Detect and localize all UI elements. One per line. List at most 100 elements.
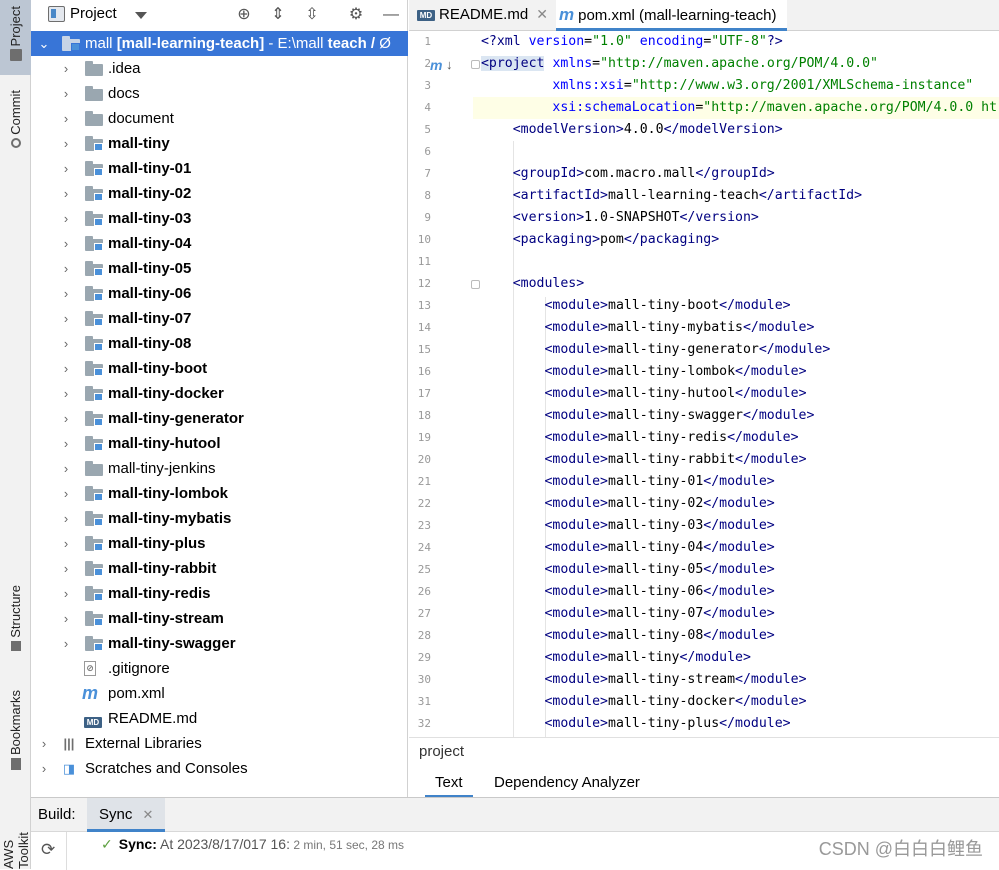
line-number: 29 xyxy=(417,651,431,664)
tab-sync[interactable]: Sync ✕ xyxy=(87,798,166,832)
bookmarks-tool-tab[interactable]: Bookmarks xyxy=(0,690,31,780)
tree-folder-item[interactable]: › mall-tiny-swagger xyxy=(31,631,408,656)
chevron-right-icon[interactable]: › xyxy=(59,306,73,331)
editor-tab-bar: MD README.md ✕ m pom.xml (mall-learning-tea… xyxy=(409,0,999,31)
tree-file-pom[interactable]: m pom.xml xyxy=(31,681,408,706)
chevron-right-icon[interactable]: › xyxy=(59,331,73,356)
chevron-right-icon[interactable]: › xyxy=(59,131,73,156)
project-tool-label: Project xyxy=(8,6,23,47)
code-view[interactable]: <?xml version="1.0" encoding="UTF-8"?> <… xyxy=(473,31,999,737)
tree-folder-item[interactable]: › mall-tiny-07 xyxy=(31,306,408,331)
tree-folder-item[interactable]: › mall-tiny-generator xyxy=(31,406,408,431)
gear-icon[interactable]: ⚙ xyxy=(346,5,366,25)
collapse-all-icon[interactable]: ⇳ xyxy=(302,5,322,25)
tree-folder-item[interactable]: › mall-tiny-docker xyxy=(31,381,408,406)
tree-folder-item[interactable]: › mall-tiny-06 xyxy=(31,281,408,306)
chevron-right-icon[interactable]: › xyxy=(59,431,73,456)
aws-toolkit-tab[interactable]: AWS Toolkit xyxy=(0,800,31,869)
tree-file-gitignore[interactable]: ⊘ .gitignore xyxy=(31,656,408,681)
chevron-right-icon[interactable]: › xyxy=(59,481,73,506)
tree-folder-item[interactable]: › mall-tiny xyxy=(31,131,408,156)
chevron-right-icon[interactable]: › xyxy=(59,606,73,631)
line-number: 3 xyxy=(424,79,431,92)
tree-folder-item[interactable]: › docs xyxy=(31,81,408,106)
line-number: 22 xyxy=(417,497,431,510)
chevron-right-icon[interactable]: › xyxy=(59,281,73,306)
chevron-right-icon[interactable]: › xyxy=(37,756,51,781)
chevron-right-icon[interactable]: › xyxy=(59,231,73,256)
chevron-right-icon[interactable]: › xyxy=(59,106,73,131)
folder-icon xyxy=(85,461,103,476)
tab-readme[interactable]: MD README.md ✕ xyxy=(417,0,548,31)
chevron-right-icon[interactable]: › xyxy=(59,456,73,481)
chevron-right-icon[interactable]: › xyxy=(59,506,73,531)
tree-folder-item[interactable]: › mall-tiny-redis xyxy=(31,581,408,606)
tree-folder-item[interactable]: › mall-tiny-mybatis xyxy=(31,506,408,531)
tree-folder-item[interactable]: › mall-tiny-01 xyxy=(31,156,408,181)
tab-label: pom.xml (mall-learning-teach) xyxy=(578,7,777,24)
scratches-icon: ◨ xyxy=(62,761,76,776)
view-selector-dropdown-icon[interactable] xyxy=(135,12,147,19)
close-icon[interactable]: ✕ xyxy=(143,807,154,822)
tab-dependency-analyzer[interactable]: Dependency Analyzer xyxy=(484,772,650,798)
tree-folder-item[interactable]: › .idea xyxy=(31,56,408,81)
tree-folder-item[interactable]: › document xyxy=(31,106,408,131)
tree-folder-item[interactable]: › mall-tiny-08 xyxy=(31,331,408,356)
arrow-down-icon[interactable]: ↓ xyxy=(446,57,453,72)
chevron-right-icon[interactable]: › xyxy=(59,581,73,606)
chevron-right-icon[interactable]: › xyxy=(59,381,73,406)
project-tool-tab[interactable]: Project xyxy=(0,0,31,75)
tree-folder-item[interactable]: › mall-tiny-stream xyxy=(31,606,408,631)
chevron-right-icon[interactable]: › xyxy=(59,406,73,431)
close-icon[interactable]: ✕ xyxy=(536,6,548,22)
tree-folder-item[interactable]: › mall-tiny-plus xyxy=(31,531,408,556)
tree-root-mall[interactable]: ⌄ mall [mall-learning-teach] - E:\mall t… xyxy=(31,31,408,56)
tab-text[interactable]: Text xyxy=(425,772,473,798)
locate-file-icon[interactable]: ⊕ xyxy=(234,5,254,25)
tree-folder-item[interactable]: › mall-tiny-boot xyxy=(31,356,408,381)
code-line: <module>mall-tiny-08</module> xyxy=(544,628,775,643)
tree-external-libraries[interactable]: › ||| External Libraries xyxy=(31,731,408,756)
tab-pom[interactable]: m pom.xml (mall-learning-teach) xyxy=(556,0,787,31)
breadcrumb[interactable]: project xyxy=(419,743,464,760)
tree-folder-item[interactable]: › mall-tiny-rabbit xyxy=(31,556,408,581)
commit-tool-tab[interactable]: Commit xyxy=(0,90,31,165)
structure-tool-tab[interactable]: Structure xyxy=(0,585,31,665)
chevron-right-icon[interactable]: › xyxy=(59,206,73,231)
tree-folder-item[interactable]: › mall-tiny-04 xyxy=(31,231,408,256)
chevron-down-icon[interactable]: ⌄ xyxy=(37,31,51,56)
chevron-right-icon[interactable]: › xyxy=(59,156,73,181)
chevron-right-icon[interactable]: › xyxy=(59,356,73,381)
module-folder-icon xyxy=(85,436,103,451)
folder-label: mall-tiny-docker xyxy=(108,385,224,402)
chevron-right-icon[interactable]: › xyxy=(59,181,73,206)
chevron-right-icon[interactable]: › xyxy=(59,556,73,581)
chevron-right-icon[interactable]: › xyxy=(59,56,73,81)
refresh-icon[interactable]: ⟳ xyxy=(41,840,55,860)
tree-folder-item[interactable]: › mall-tiny-hutool xyxy=(31,431,408,456)
tree-file-readme[interactable]: MD README.md xyxy=(31,706,408,731)
tree-folder-item[interactable]: › mall-tiny-05 xyxy=(31,256,408,281)
chevron-right-icon[interactable]: › xyxy=(59,81,73,106)
line-number: 7 xyxy=(424,167,431,180)
folder-label: mall-tiny-generator xyxy=(108,410,244,427)
chevron-right-icon[interactable]: › xyxy=(37,731,51,756)
maven-gutter-icon[interactable]: m xyxy=(430,57,442,73)
sync-status-line[interactable]: ✓ Sync: At 2023/8/17/017 16: 2 min, 51 se… xyxy=(101,836,404,853)
check-icon: ✓ xyxy=(101,836,113,852)
tab-label: README.md xyxy=(439,6,529,23)
chevron-right-icon[interactable]: › xyxy=(59,531,73,556)
tree-scratches[interactable]: › ◨ Scratches and Consoles xyxy=(31,756,408,781)
line-number: 14 xyxy=(417,321,431,334)
folder-icon xyxy=(85,86,103,101)
hide-panel-icon[interactable]: — xyxy=(381,5,401,25)
chevron-right-icon[interactable]: › xyxy=(59,631,73,656)
root-path: - E:\mall xyxy=(268,35,328,52)
chevron-right-icon[interactable]: › xyxy=(59,256,73,281)
expand-all-icon[interactable]: ⇕ xyxy=(268,5,288,25)
tree-folder-item[interactable]: › mall-tiny-lombok xyxy=(31,481,408,506)
tree-folder-item[interactable]: › mall-tiny-02 xyxy=(31,181,408,206)
code-line: <module>mall-tiny-plus</module> xyxy=(544,716,791,731)
tree-folder-item[interactable]: › mall-tiny-jenkins xyxy=(31,456,408,481)
tree-folder-item[interactable]: › mall-tiny-03 xyxy=(31,206,408,231)
